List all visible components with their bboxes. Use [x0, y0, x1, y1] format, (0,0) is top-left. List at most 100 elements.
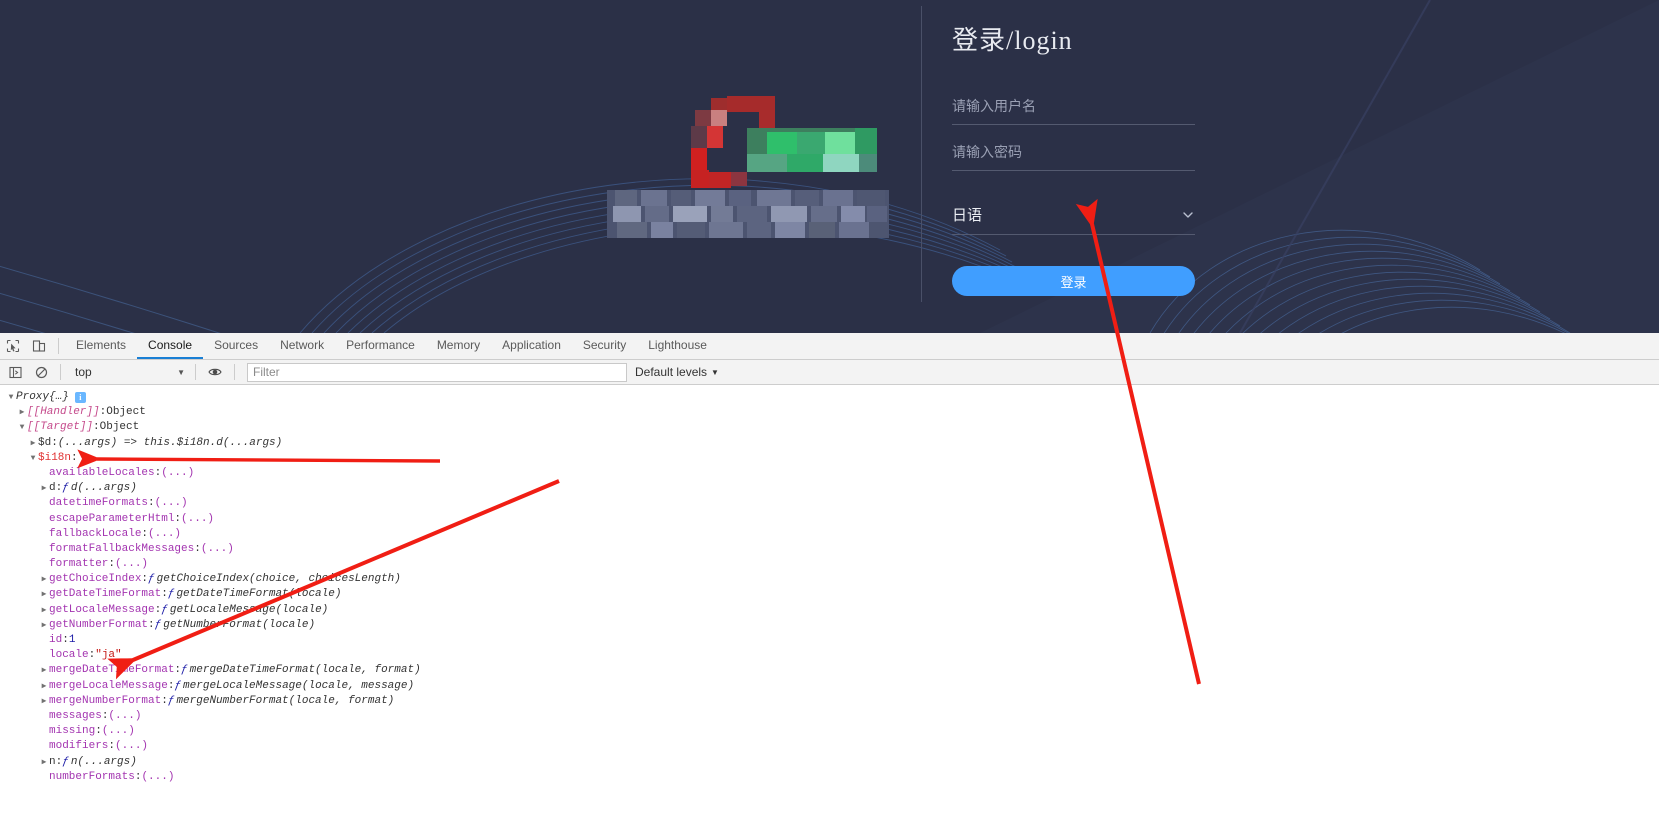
browser-viewport: 登录/login 日语 登录: [0, 0, 1659, 333]
console-output[interactable]: ▼ Proxy {…} i ▶ [[Handler]]: Object ▼ [[Target…: [0, 386, 1659, 828]
console-toolbar: top ▼ Default levels ▼: [0, 360, 1659, 385]
disclosure-spacer: ▸: [39, 739, 49, 754]
console-colon: :: [93, 421, 100, 434]
disclosure-closed-icon[interactable]: ▶: [39, 755, 49, 770]
console-property-key: escapeParameterHtml: [49, 512, 175, 525]
console-tree-row[interactable]: ▸id: 1: [0, 633, 1659, 648]
console-filter-input[interactable]: [247, 362, 627, 382]
console-tree-row[interactable]: ▶ n: ƒ n(...args): [0, 755, 1659, 770]
console-tree-row[interactable]: ▼ Proxy {…} i: [0, 390, 1659, 405]
console-tree-row[interactable]: ▸formatter: (...): [0, 557, 1659, 572]
device-toolbar-icon[interactable]: [26, 333, 52, 359]
console-tree-row[interactable]: ▸locale: "ja": [0, 648, 1659, 663]
toolbar-separator-4: [234, 364, 235, 380]
disclosure-open-icon[interactable]: ▼: [17, 420, 27, 435]
username-field-wrapper: [952, 87, 1195, 125]
language-select[interactable]: 日语: [952, 195, 1195, 235]
console-tree-row[interactable]: ▸messages: (...): [0, 709, 1659, 724]
tab-sources[interactable]: Sources: [203, 333, 269, 359]
console-property-value: mergeDateTimeFormat(locale, format): [189, 664, 421, 677]
console-tree-row[interactable]: ▸availableLocales: (...): [0, 466, 1659, 481]
console-tree-row[interactable]: ▶ [[Handler]]: Object: [0, 405, 1659, 420]
disclosure-closed-icon[interactable]: ▶: [39, 587, 49, 602]
console-property-key: availableLocales: [49, 466, 155, 479]
disclosure-closed-icon[interactable]: ▶: [39, 663, 49, 678]
console-colon: :: [154, 603, 162, 616]
console-colon: :: [99, 406, 107, 419]
console-tree-row[interactable]: ▸numberFormats: (...): [0, 770, 1659, 785]
disclosure-open-icon[interactable]: ▼: [6, 390, 16, 405]
console-context-select[interactable]: top ▼: [67, 363, 189, 382]
disclosure-closed-icon[interactable]: ▶: [17, 405, 27, 420]
console-colon: :: [174, 664, 182, 677]
tab-performance[interactable]: Performance: [335, 333, 426, 359]
password-input[interactable]: [952, 133, 1195, 170]
console-tree-row[interactable]: ▶ d: ƒ d(...args): [0, 481, 1659, 496]
username-input[interactable]: [952, 87, 1195, 124]
disclosure-open-icon[interactable]: ▼: [28, 451, 38, 466]
console-property-value: Object: [106, 406, 146, 419]
function-glyph-icon: ƒ: [148, 573, 155, 586]
console-colon: :: [194, 542, 201, 555]
console-tree-row[interactable]: ▶ $d: (...args) => this.$i18n.d(...args): [0, 436, 1659, 451]
console-tree-row[interactable]: ▶ getChoiceIndex: ƒ getChoiceIndex(choice,…: [0, 572, 1659, 587]
console-colon: :: [141, 527, 149, 540]
disclosure-closed-icon[interactable]: ▶: [39, 618, 49, 633]
disclosure-closed-icon[interactable]: ▶: [39, 481, 49, 496]
clear-console-icon[interactable]: [28, 359, 54, 385]
function-glyph-icon: ƒ: [174, 679, 182, 692]
inspect-element-icon[interactable]: [0, 333, 26, 359]
console-tree-row[interactable]: ▶ getLocaleMessage: ƒ getLocaleMessage(loc…: [0, 603, 1659, 618]
console-colon: :: [161, 694, 168, 707]
console-property-key: fallbackLocale: [49, 527, 142, 540]
console-tree-row[interactable]: ▼ $i18n:: [0, 451, 1659, 466]
live-expression-icon[interactable]: [202, 359, 228, 385]
console-tree-row[interactable]: ▸datetimeFormats: (...): [0, 496, 1659, 511]
levels-caret-icon: ▼: [711, 367, 719, 377]
console-property-value: "ja": [95, 649, 122, 662]
console-colon: :: [174, 512, 182, 525]
login-submit-button[interactable]: 登录: [952, 266, 1195, 296]
tab-network[interactable]: Network: [269, 333, 335, 359]
function-glyph-icon: ƒ: [181, 664, 188, 677]
console-colon: :: [148, 618, 155, 631]
console-tree-row[interactable]: ▸fallbackLocale: (...): [0, 527, 1659, 542]
console-tree-row[interactable]: ▼ [[Target]]: Object: [0, 420, 1659, 435]
disclosure-spacer: ▸: [39, 512, 49, 527]
console-sidebar-icon[interactable]: [2, 359, 28, 385]
console-property-key: formatFallbackMessages: [49, 542, 195, 555]
console-tree-row[interactable]: ▶ mergeLocaleMessage: ƒ mergeLocaleMessage…: [0, 679, 1659, 694]
tab-lighthouse[interactable]: Lighthouse: [637, 333, 718, 359]
console-tree-row[interactable]: ▸escapeParameterHtml: (...): [0, 512, 1659, 527]
tab-console[interactable]: Console: [137, 333, 204, 359]
disclosure-closed-icon[interactable]: ▶: [28, 436, 38, 451]
console-property-value: (...): [161, 466, 195, 479]
console-property-key: locale: [49, 649, 89, 662]
tab-security[interactable]: Security: [572, 333, 637, 359]
function-glyph-icon: ƒ: [154, 618, 162, 631]
console-property-value: 1: [68, 634, 76, 646]
console-tree-row[interactable]: ▸modifiers: (...): [0, 739, 1659, 754]
console-tree-row[interactable]: ▶ getDateTimeFormat: ƒ getDateTimeFormat(l…: [0, 587, 1659, 602]
panel-divider: [921, 6, 922, 302]
tab-elements[interactable]: Elements: [65, 333, 137, 359]
tab-application[interactable]: Application: [491, 333, 572, 359]
console-property-key: $i18n: [38, 451, 72, 464]
console-tree-row[interactable]: ▸formatFallbackMessages: (...): [0, 542, 1659, 557]
console-tree-row[interactable]: ▸missing: (...): [0, 724, 1659, 739]
console-colon: :: [95, 725, 102, 738]
console-tree-row[interactable]: ▶ mergeDateTimeFormat: ƒ mergeDateTimeForm…: [0, 663, 1659, 678]
disclosure-spacer: ▸: [39, 648, 49, 663]
console-tree-row[interactable]: ▶ mergeNumberFormat: ƒ mergeNumberFormat(l…: [0, 694, 1659, 709]
disclosure-closed-icon[interactable]: ▶: [39, 694, 49, 709]
console-levels-select[interactable]: Default levels ▼: [635, 365, 719, 379]
tab-memory[interactable]: Memory: [426, 333, 491, 359]
disclosure-closed-icon[interactable]: ▶: [39, 572, 49, 587]
disclosure-closed-icon[interactable]: ▶: [39, 679, 49, 694]
disclosure-spacer: ▸: [39, 496, 49, 511]
console-property-value: getLocaleMessage(locale): [169, 603, 329, 616]
function-glyph-icon: ƒ: [161, 603, 168, 616]
info-badge-icon[interactable]: i: [74, 392, 86, 404]
disclosure-closed-icon[interactable]: ▶: [39, 603, 49, 618]
console-tree-row[interactable]: ▶ getNumberFormat: ƒ getNumberFormat(local…: [0, 618, 1659, 633]
